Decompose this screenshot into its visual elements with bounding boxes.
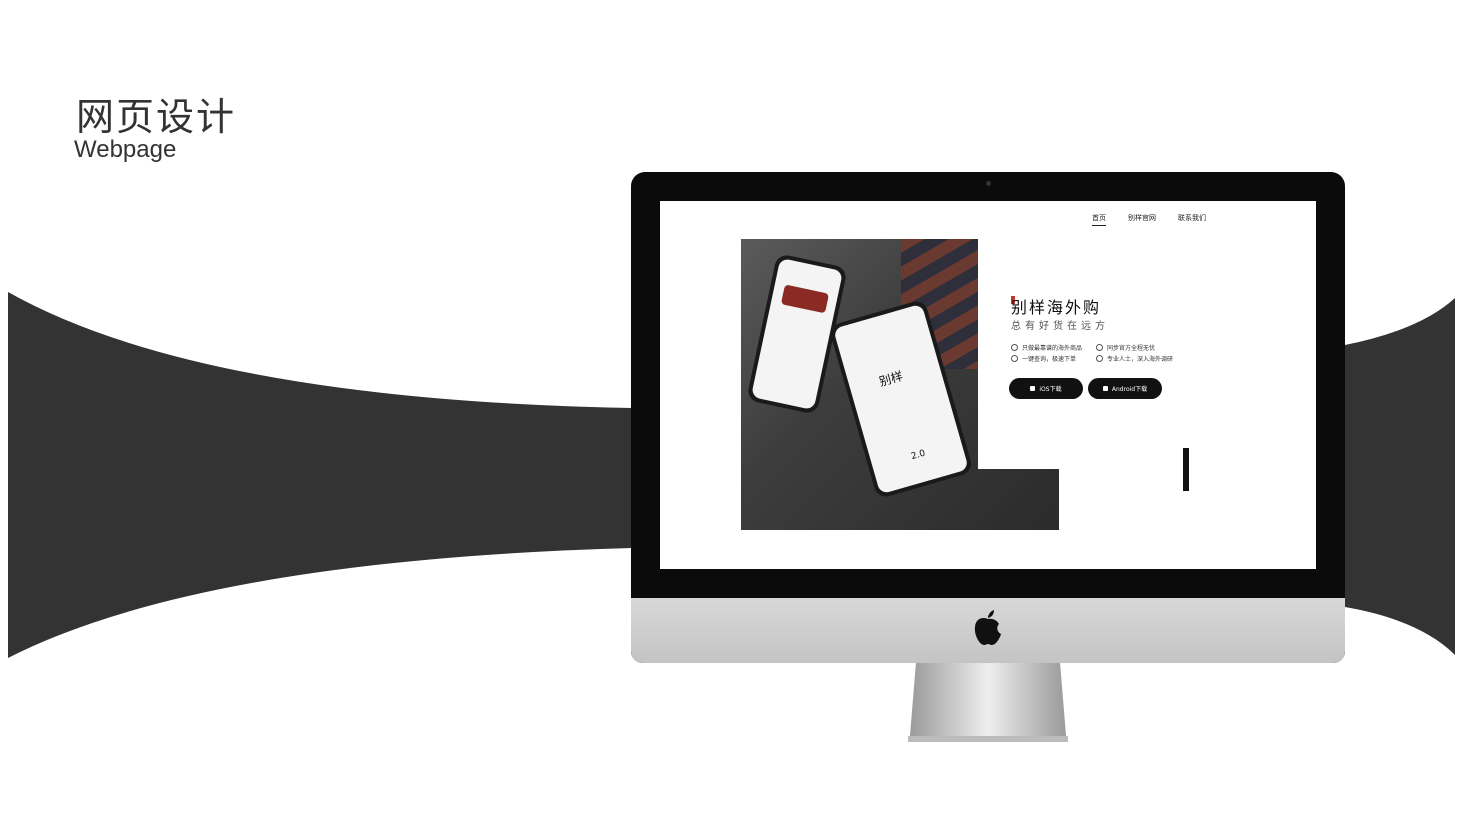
imac-stand bbox=[908, 662, 1068, 742]
phone-logo: 别样 bbox=[877, 368, 905, 389]
ios-download-button[interactable]: iOS下载 bbox=[1009, 378, 1083, 399]
imac-mockup: 首页 别样官网 联系我们 别样 2.0 别样海外购 总有好货在远方 只做最靠谱的… bbox=[631, 172, 1345, 663]
phone-version: 2.0 bbox=[910, 448, 927, 463]
feature-4: 专业人士，深入海外调研 bbox=[1096, 354, 1173, 363]
nav-home[interactable]: 首页 bbox=[1092, 213, 1106, 226]
site-nav: 首页 别样官网 联系我们 bbox=[1092, 213, 1206, 226]
camera bbox=[986, 181, 991, 186]
website-screen: 首页 别样官网 联系我们 别样 2.0 别样海外购 总有好货在远方 只做最靠谱的… bbox=[660, 201, 1316, 569]
feature-1: 只做最靠谱的海外商品 bbox=[1011, 343, 1082, 352]
dollar-icon bbox=[1096, 344, 1103, 351]
android-icon bbox=[1102, 386, 1108, 391]
speed-icon bbox=[1011, 355, 1018, 362]
slogan: 总有好货在远方 bbox=[1011, 321, 1109, 332]
feature-3: 一键查询，极速下单 bbox=[1011, 354, 1076, 363]
android-download-button[interactable]: Android下载 bbox=[1088, 378, 1162, 399]
nav-contact[interactable]: 联系我们 bbox=[1178, 213, 1206, 226]
loading-icon bbox=[1096, 355, 1103, 362]
clock-icon bbox=[1011, 344, 1018, 351]
slide-title: 网页设计 bbox=[76, 95, 237, 139]
nav-official[interactable]: 别样官网 bbox=[1128, 213, 1156, 226]
apple-icon bbox=[1030, 386, 1036, 391]
imac-chin bbox=[631, 598, 1345, 663]
brand-text: 别样海外购 bbox=[1011, 298, 1102, 317]
brand-name: 别样海外购 bbox=[1011, 294, 1101, 318]
slide-subtitle: Webpage bbox=[74, 136, 177, 163]
scroll-indicator bbox=[1183, 448, 1189, 491]
feature-2: 同步官方全程无忧 bbox=[1096, 343, 1155, 352]
apple-logo-icon bbox=[974, 610, 1001, 645]
